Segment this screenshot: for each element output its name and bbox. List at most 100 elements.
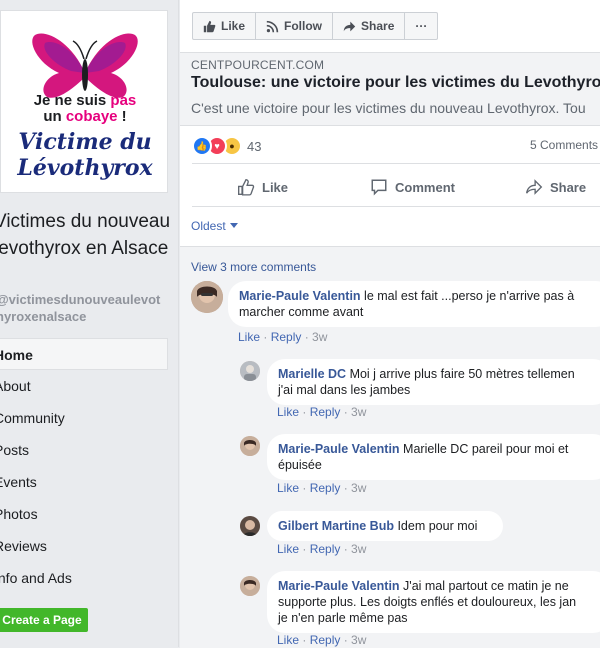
logo-line2-b: cobaye [65, 108, 118, 125]
reply-text: supporte plus. Les doigts enflés et doul… [278, 595, 577, 609]
divider [192, 206, 600, 207]
reply-reply-link[interactable]: Reply [310, 405, 341, 419]
share-arrow-icon [343, 21, 356, 31]
nav-item-home[interactable]: Home [0, 338, 168, 370]
like-post-label: Like [262, 179, 289, 195]
user-photo-icon [240, 436, 260, 456]
nav-item-about[interactable]: About [0, 370, 168, 402]
logo-line4: Lévothyrox [17, 155, 153, 181]
reply-like-link[interactable]: Like [277, 481, 299, 495]
view-more-comments-link[interactable]: View 3 more comments [191, 260, 316, 274]
comment-author[interactable]: Marie-Paule Valentin [239, 289, 361, 303]
comment-like-link[interactable]: Like [238, 330, 260, 344]
reply-author[interactable]: Marie-Paule Valentin [278, 579, 400, 593]
link-title[interactable]: Toulouse: une victoire pour les victimes… [191, 74, 600, 92]
follow-label: Follow [284, 19, 323, 33]
comment-button[interactable]: Comment [370, 172, 455, 202]
page-handle[interactable]: @victimesdunouveaulevothyroxenalsace [0, 291, 168, 325]
logo-line1-b: pas [110, 92, 137, 109]
nav-item-community[interactable]: Community [0, 402, 168, 434]
thumbs-up-outline-icon [238, 179, 255, 196]
nav-item-info-and-ads[interactable]: Info and Ads [0, 562, 168, 594]
post-actions: Like Comment Share [192, 172, 592, 202]
page-share-label: Share [361, 19, 395, 33]
page-profile-picture[interactable]: Je ne suis pas un cobaye ! Victime du Lé… [0, 10, 168, 193]
speech-bubble-icon [371, 179, 387, 196]
page-sidebar: Je ne suis pas un cobaye ! Victime du Lé… [0, 0, 179, 647]
reply-like-link[interactable]: Like [277, 633, 299, 647]
user-photo-icon [240, 361, 260, 381]
reply-reply-link[interactable]: Reply [310, 542, 341, 556]
nav-item-events[interactable]: Events [0, 466, 168, 498]
user-photo-icon [240, 576, 260, 596]
like-reaction-icon: 👍 [192, 136, 212, 156]
reply-age[interactable]: 3w [351, 405, 366, 419]
nav-item-posts[interactable]: Posts [0, 434, 168, 466]
page-like-label: Like [221, 19, 246, 33]
avatar[interactable] [240, 361, 260, 381]
comment-text: marcher comme avant [239, 305, 364, 319]
comments-count-link[interactable]: 5 Comments [530, 138, 598, 152]
reply-author[interactable]: Marie-Paule Valentin [278, 442, 400, 456]
avatar[interactable] [240, 576, 260, 596]
more-options-button[interactable]: ··· [405, 13, 437, 39]
reply-bubble: Gilbert Martine Bub Idem pour moi [267, 511, 503, 541]
reply-author[interactable]: Marielle DC [278, 367, 346, 381]
reaction-count: 43 [247, 138, 262, 154]
avatar[interactable] [191, 281, 223, 313]
reply-like-link[interactable]: Like [277, 542, 299, 556]
avatar[interactable] [240, 436, 260, 456]
reply-meta: Like · Reply · 3w [277, 405, 367, 419]
share-post-button[interactable]: Share [525, 172, 586, 202]
reply-like-link[interactable]: Like [277, 405, 299, 419]
nav-item-photos[interactable]: Photos [0, 498, 168, 530]
reply-meta: Like · Reply · 3w [277, 542, 367, 556]
comments-section: View 3 more comments Marie-Paule Valenti… [180, 246, 600, 648]
comment-reply-link[interactable]: Reply [271, 330, 302, 344]
like-post-button[interactable]: Like [237, 172, 288, 202]
logo-text: Je ne suis pas un cobaye ! Victime du Lé… [1, 92, 167, 182]
reply-text: je n'en parle même pas [278, 611, 408, 625]
page-title[interactable]: Victimes du nouveau levothyrox en Alsace [0, 208, 174, 262]
reply-age[interactable]: 3w [351, 633, 366, 647]
logo-line2-c: ! [117, 108, 127, 125]
page-action-bar: Like Follow Share ··· [192, 12, 439, 40]
comment-text: le mal est fait ...perso je n'arrive pas… [360, 289, 575, 303]
reply-reply-link[interactable]: Reply [310, 481, 341, 495]
logo-line1-a: Je ne suis [33, 92, 111, 109]
reply-reply-link[interactable]: Reply [310, 633, 341, 647]
reaction-summary[interactable]: 👍 ♥ ● 43 [192, 136, 261, 156]
comment-order-label: Oldest [191, 219, 226, 233]
reply-text: J'ai mal partout ce matin je ne [399, 579, 569, 593]
reply-author[interactable]: Gilbert Martine Bub [278, 519, 394, 533]
user-photo-icon [191, 281, 223, 313]
more-dots-icon: ··· [415, 19, 428, 33]
nav-item-reviews[interactable]: Reviews [0, 530, 168, 562]
reply-text: j'ai mal dans les jambes [278, 383, 411, 397]
reply-text: Moi j arrive plus faire 50 mètres tellem… [346, 367, 575, 381]
comment-order-dropdown[interactable]: Oldest [191, 219, 238, 233]
user-photo-icon [240, 516, 260, 536]
rss-icon [266, 20, 279, 32]
follow-button[interactable]: Follow [256, 13, 334, 39]
page-nav: Home About Community Posts Events Photos… [0, 338, 168, 594]
page-share-button[interactable]: Share [333, 13, 406, 39]
reply-text: épuisée [278, 458, 322, 472]
shared-link-card[interactable]: CENTPOURCENT.COM Toulouse: une victoire … [180, 52, 600, 126]
logo-line3: Victime du [18, 129, 152, 155]
create-page-button[interactable]: Create a Page [0, 608, 88, 632]
comment-bubble: Marie-Paule Valentin le mal est fait ...… [228, 281, 600, 327]
avatar[interactable] [240, 516, 260, 536]
reply-age[interactable]: 3w [351, 481, 366, 495]
caret-down-icon [229, 223, 238, 228]
reply-meta: Like · Reply · 3w [277, 633, 367, 647]
divider [192, 163, 600, 164]
comment-age[interactable]: 3w [312, 330, 327, 344]
reply-text: Marielle DC pareil pour moi et [399, 442, 569, 456]
share-post-label: Share [549, 179, 587, 195]
page-like-button[interactable]: Like [193, 13, 257, 39]
reply-age[interactable]: 3w [351, 542, 366, 556]
reply-text: Idem pour moi [393, 519, 478, 533]
reply-bubble: Marie-Paule Valentin Marielle DC pareil … [267, 434, 600, 480]
reply-meta: Like · Reply · 3w [277, 481, 367, 495]
